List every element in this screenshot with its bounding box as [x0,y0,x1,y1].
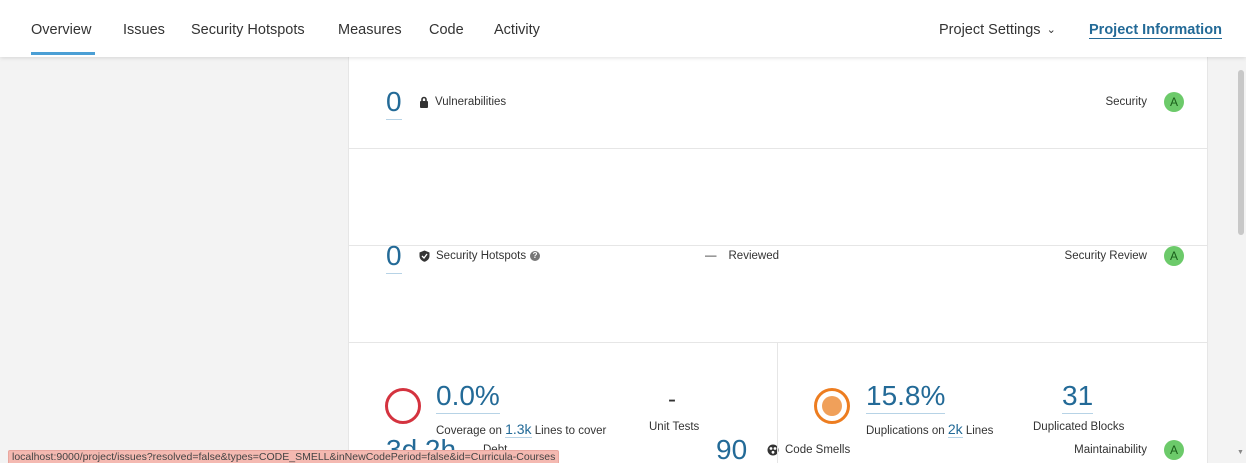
security-rating-name: Security [1105,96,1147,108]
security-review-row: 0 Security Hotspots ? — Reviewed Securit… [349,149,1207,274]
duplicated-lines-count[interactable]: 2k [947,421,963,438]
tab-measures[interactable]: Measures [338,22,402,38]
tab-activity[interactable]: Activity [494,22,540,38]
security-rating-badge[interactable]: A [1164,92,1184,112]
coverage-duplications-row: 0.0% Coverage on 1.3k Lines to cover - U… [349,343,1207,463]
duplications-value[interactable]: 15.8% [866,381,946,414]
coverage-value[interactable]: 0.0% [436,381,500,414]
chevron-down-icon: ⌄ [1046,24,1056,36]
tab-code[interactable]: Code [429,22,464,38]
vulnerabilities-text: Vulnerabilities [435,96,507,108]
overview-measures-panel: 0 Vulnerabilities Security A 0 Security … [348,57,1208,463]
project-settings-dropdown[interactable]: Project Settings ⌄ [939,22,1056,38]
coverage-label-prefix: Coverage on [436,425,502,437]
scrollbar-thumb[interactable] [1238,70,1244,235]
coverage-label: Coverage on 1.3k Lines to cover [436,421,607,438]
vertical-scrollbar[interactable]: ▼ [1236,57,1246,463]
duplications-ring-icon [814,388,850,424]
lock-icon [420,96,428,108]
tab-issues[interactable]: Issues [123,22,165,38]
coverage-label-suffix: Lines to cover [534,425,607,437]
unit-tests-value: - [668,386,676,413]
duplications-label-prefix: Duplications on [866,425,945,437]
duplicated-blocks-label: Duplicated Blocks [1033,421,1125,433]
column-divider [777,343,778,463]
tab-security-hotspots[interactable]: Security Hotspots [191,22,305,38]
lines-to-cover-count[interactable]: 1.3k [505,421,532,438]
duplications-label: Duplications on 2k Lines [866,421,994,438]
maintainability-row: 3d 2h Debt 90 Code Smells Maintainabilit… [349,246,1207,463]
active-tab-indicator [31,52,95,55]
unit-tests-label: Unit Tests [649,421,700,433]
browser-status-url: localhost:9000/project/issues?resolved=f… [8,450,560,463]
duplicated-blocks-value[interactable]: 31 [1062,381,1094,414]
project-navigation: Overview Issues Security Hotspots Measur… [0,0,1246,57]
duplications-label-suffix: Lines [965,425,994,437]
scroll-down-arrow-icon[interactable]: ▼ [1237,449,1244,456]
project-information-link[interactable]: Project Information [1089,22,1222,39]
coverage-ring-icon [385,388,421,424]
vulnerabilities-label: Vulnerabilities [419,96,506,108]
vulnerabilities-count[interactable]: 0 [386,87,402,120]
project-settings-label: Project Settings [939,22,1041,38]
security-row: 0 Vulnerabilities Security A [349,57,1207,149]
tab-overview[interactable]: Overview [31,22,91,38]
